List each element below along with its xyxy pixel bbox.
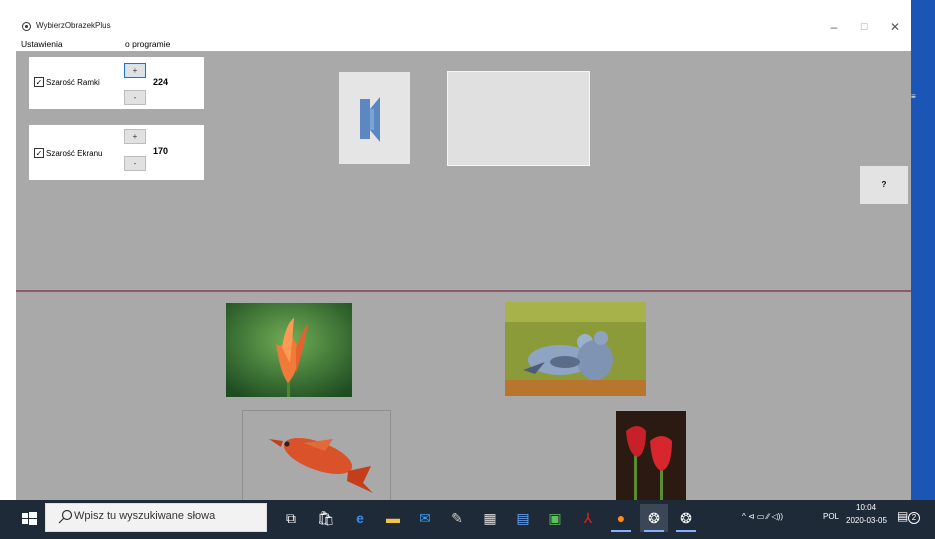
image-tile-pigeons[interactable] [505, 302, 646, 396]
app-icon [22, 22, 31, 31]
tulip-image [226, 303, 352, 397]
screen-gray-plus-button[interactable]: + [124, 129, 146, 144]
image-preview [447, 71, 590, 166]
image-tile-red-tulips[interactable] [616, 411, 686, 502]
menu-about[interactable]: o programie [125, 39, 170, 49]
file-explorer-icon[interactable]: ▬ [379, 504, 407, 532]
menu-settings[interactable]: Ustawienia [21, 39, 63, 49]
firefox-icon[interactable]: ● [607, 504, 635, 532]
frame-gray-value: 224 [153, 77, 169, 87]
image-grid-panel [16, 292, 911, 500]
system-tray-icons[interactable]: ^ ⊲ ▭ ∕∕ ◁)) [742, 512, 783, 521]
calculator-icon[interactable]: ▦ [476, 504, 504, 532]
minimize-button[interactable]: – [818, 16, 850, 38]
desktop-glyph: ≡ [911, 92, 916, 101]
maximize-button[interactable]: ☐ [848, 16, 880, 38]
desktop-background: ≡ [911, 0, 935, 500]
screen-gray-value: 170 [153, 146, 169, 156]
frame-gray-minus-button[interactable]: - [124, 90, 146, 105]
clock-date[interactable]: 2020-03-05 [846, 516, 887, 525]
red-tulips-image [616, 411, 686, 502]
play-sound-button[interactable] [339, 72, 410, 164]
photos-icon[interactable]: ▤ [509, 504, 537, 532]
fish-image [269, 437, 373, 493]
notifications-icon[interactable]: ▤ 2 [897, 506, 920, 526]
close-button[interactable]: ✕ [879, 16, 911, 38]
desktop-left-edge [0, 0, 16, 500]
screen-gray-checkbox[interactable]: ✓ [34, 148, 44, 158]
notification-count: 2 [908, 512, 920, 524]
spreadsheet-icon[interactable]: ▣ [541, 504, 569, 532]
edge-icon[interactable]: e [346, 504, 374, 532]
image-tile-tulip[interactable] [226, 303, 352, 397]
frame-gray-plus-button[interactable]: + [124, 63, 146, 78]
language-indicator[interactable]: POL [823, 512, 839, 521]
app-taskbar-icon[interactable]: ❂ [672, 504, 700, 532]
screen-gray-label: Szarość Ekranu [46, 149, 103, 158]
image-tile-fish[interactable] [242, 410, 391, 502]
search-placeholder: Wpisz tu wyszukiwane słowa [74, 510, 216, 522]
search-icon [57, 509, 73, 525]
task-view-icon[interactable]: ⧉ [277, 504, 305, 532]
store-icon[interactable]: 🛍 [312, 504, 340, 532]
frame-gray-label: Szarość Ramki [46, 78, 100, 87]
screen-gray-minus-button[interactable]: - [124, 156, 146, 171]
app-taskbar-icon-active[interactable]: ❂ [640, 504, 668, 532]
pigeons-image [505, 302, 646, 396]
title-bar [16, 16, 911, 38]
clock-time[interactable]: 10:04 [856, 503, 876, 512]
pen-icon[interactable]: ✎ [443, 504, 471, 532]
window-title: WybierzObrazekPlus [36, 21, 111, 30]
windows-icon [22, 512, 37, 525]
help-button[interactable]: ? [860, 166, 908, 204]
pdf-reader-icon[interactable]: ⅄ [574, 504, 602, 532]
mail-icon[interactable]: ✉ [411, 504, 439, 532]
start-button[interactable] [18, 508, 40, 530]
frame-gray-checkbox[interactable]: ✓ [34, 77, 44, 87]
speaker-icon [360, 97, 380, 142]
